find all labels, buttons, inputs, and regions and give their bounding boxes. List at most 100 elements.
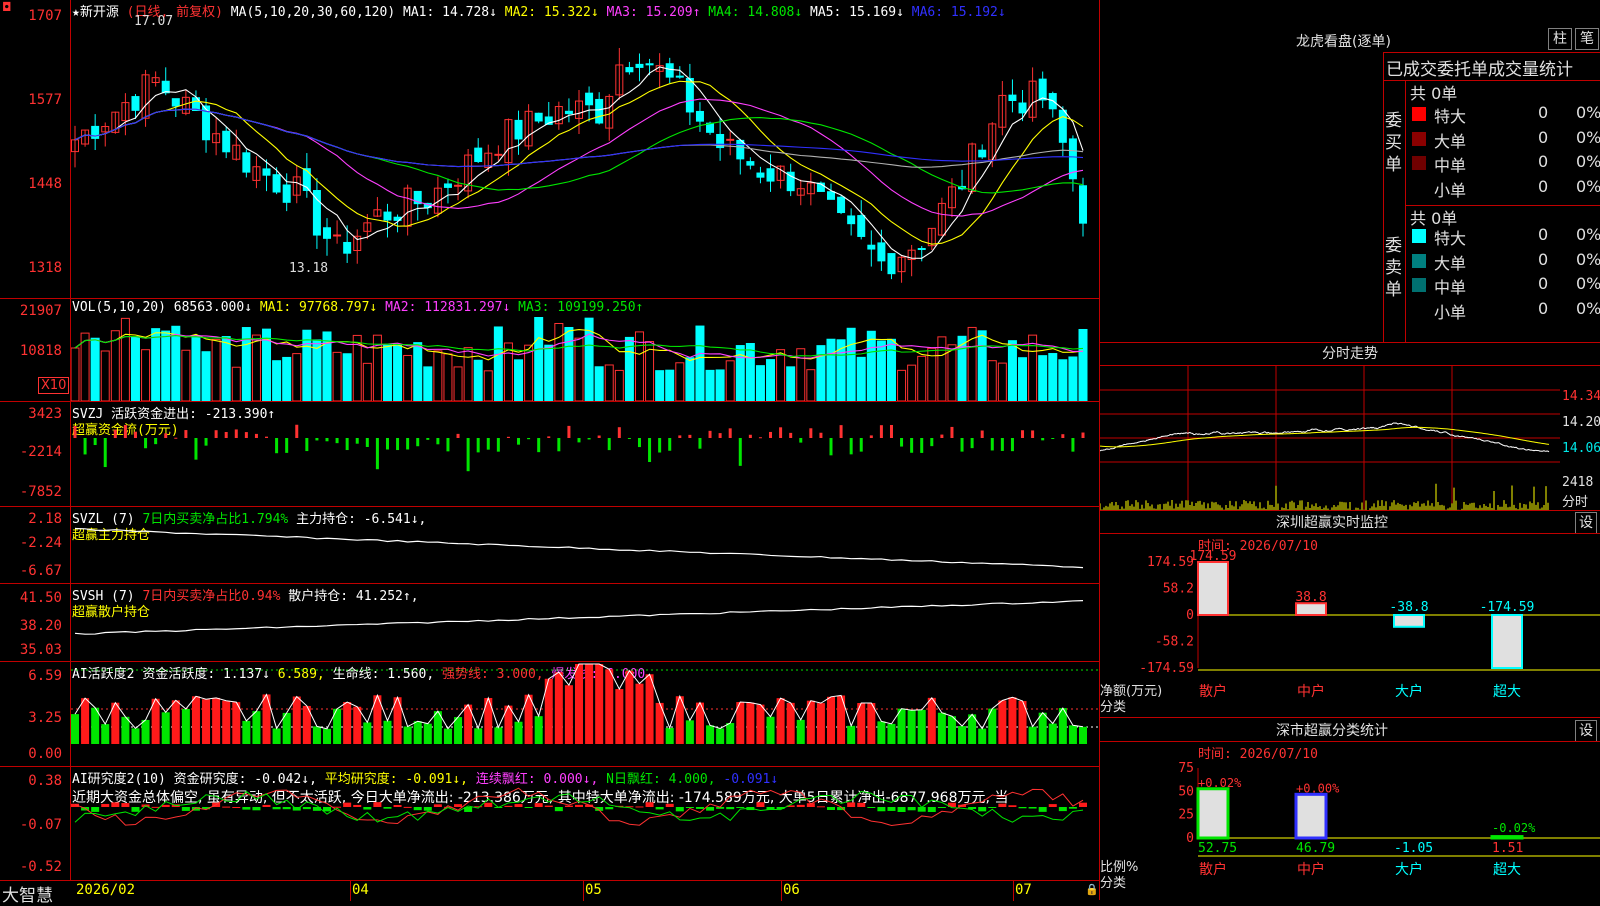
volume-bar — [433, 350, 443, 401]
research-bar — [927, 807, 936, 812]
volume-bar — [715, 369, 725, 401]
order-pct: 0% — [1576, 127, 1600, 147]
svzj-chart[interactable] — [71, 402, 1099, 507]
main-holding-line — [74, 527, 1084, 569]
sz-monitor-chart[interactable]: 174.59 58.2 0 -58.2 -174.59 174.59 散户 38.8 中户 -38… — [1100, 550, 1600, 715]
tick-view-button[interactable]: 笔 — [1575, 28, 1599, 50]
activity-bar — [161, 712, 170, 744]
volume-bar — [1058, 359, 1068, 401]
sc-value-label: -1.05 — [1394, 841, 1433, 856]
svsh-chart[interactable] — [71, 584, 1099, 662]
order-pct: 0% — [1576, 225, 1600, 244]
candle-body — [1079, 185, 1087, 224]
ai-active-pane[interactable]: AI活跃度2 资金活跃度: 1.137↓ 6.589, 生命线: 1.560, … — [0, 661, 1100, 767]
vol-ma3: MA3: 109199.250↑ — [518, 300, 644, 315]
ai-research-pane[interactable]: AI研究度2(10) 资金研究度: -0.042↓, 平均研究度: -0.091… — [0, 766, 1100, 881]
volume-bar — [897, 369, 907, 401]
sc-category: 超大 — [1493, 862, 1521, 878]
volume-bar — [886, 338, 896, 401]
fund-flow-bar — [547, 436, 551, 438]
candle-body — [242, 152, 251, 173]
fund-flow-bar — [1051, 438, 1055, 439]
order-count: 0 — [1538, 127, 1549, 147]
activity-bar — [796, 719, 805, 744]
fund-flow-bar — [809, 428, 813, 438]
research-bar — [937, 807, 946, 808]
research-bar — [796, 804, 805, 807]
volume-bar — [393, 343, 403, 401]
ai-active-chart[interactable] — [71, 662, 1099, 767]
fund-flow-bar — [406, 438, 410, 450]
sc-category: 散户 — [1199, 861, 1227, 878]
fund-flow-bar — [164, 433, 168, 438]
main-chart-area[interactable]: ◘ ★新开源 (日线, 前复权) MA(5,10,20,30,60,120) M… — [0, 0, 1100, 906]
fund-flow-bar — [1081, 432, 1085, 438]
activity-bar — [867, 703, 876, 744]
activity-bar — [615, 689, 624, 744]
sz-settings-button[interactable]: 设 — [1575, 512, 1597, 534]
fund-flow-bar — [214, 430, 218, 438]
volume-bar — [211, 338, 221, 401]
research-bar — [242, 807, 251, 810]
research-bar — [998, 803, 1007, 807]
volume-bar — [907, 364, 917, 401]
fund-flow-bar — [1071, 438, 1075, 452]
sz-bar-label: 174.59 — [1190, 550, 1237, 564]
activity-bar — [947, 716, 956, 744]
activity-bar — [222, 700, 231, 744]
fund-flow-bar — [960, 438, 964, 452]
minute-chart[interactable] — [1100, 366, 1560, 510]
volume-chart[interactable] — [71, 317, 1099, 401]
activity-bar — [897, 708, 906, 744]
sz-y-tick: -174.59 — [1139, 661, 1194, 676]
activity-bar — [121, 716, 130, 744]
minute-price-line — [1100, 422, 1550, 453]
svzl-pane[interactable]: SVZL (7) 7日内买卖净占比1.794% 主力持仓: -6.541↓, 超… — [0, 506, 1100, 584]
candle-body — [665, 63, 674, 78]
volume-bar — [574, 337, 584, 401]
fund-flow-bar — [940, 434, 944, 438]
svzl-chart[interactable] — [71, 507, 1099, 584]
buy-side-label: 委买单 — [1385, 111, 1402, 175]
candle-body — [857, 215, 866, 237]
activity-bar — [564, 685, 573, 744]
candlestick-chart[interactable] — [71, 18, 1099, 298]
activity-bar — [816, 703, 825, 744]
candle-body — [867, 244, 876, 250]
volume-bar — [120, 317, 130, 401]
volume-bar — [302, 329, 312, 401]
fund-flow-bar — [527, 438, 531, 440]
order-type: 中单 — [1434, 156, 1467, 175]
sc-settings-button[interactable]: 设 — [1575, 720, 1597, 742]
activity-bar — [171, 700, 180, 744]
svsh-pane[interactable]: SVSH (7) 7日内买卖净占比0.94% 散户持仓: 41.252↑, 超赢… — [0, 583, 1100, 662]
activity-bar — [917, 709, 926, 744]
activity-bar — [887, 723, 896, 744]
order-pct: 0% — [1576, 298, 1600, 318]
research-bar — [534, 803, 543, 807]
research-bar — [302, 807, 311, 810]
ai-research-chart[interactable] — [71, 767, 1099, 881]
sc-stat-chart[interactable]: 75 50 25 0 +0.02% 52.75 散户 +0.00% 46.79 中户 -1.05 大户… — [1100, 758, 1600, 900]
svzj-pane[interactable]: SVZJ 活跃资金进出: -213.390↑ 超赢资金流(万元) 3423 -2… — [0, 401, 1100, 507]
candle-body — [746, 161, 755, 166]
order-type: 特大 — [1434, 107, 1467, 126]
activity-bar — [363, 722, 372, 744]
volume-bar — [171, 325, 181, 401]
research-bar — [1038, 807, 1047, 812]
sc-category: 大户 — [1395, 861, 1423, 878]
activity-bar — [575, 664, 583, 744]
activity-bar — [212, 697, 221, 744]
volume-pane[interactable]: VOL(5,10,20) 68563.000↓ MA1: 97768.797↓ … — [0, 298, 1100, 402]
order-pct: 0% — [1576, 152, 1600, 171]
volume-bar — [1048, 353, 1058, 401]
research-bar — [655, 807, 664, 810]
research-bar — [756, 802, 765, 807]
kline-pane[interactable]: ◘ ★新开源 (日线, 前复权) MA(5,10,20,30,60,120) M… — [0, 0, 1100, 298]
activity-bar — [645, 674, 654, 744]
column-view-button[interactable]: 柱 — [1548, 28, 1572, 50]
volume-bar — [272, 360, 282, 401]
order-row: 小单 0 0% — [1406, 176, 1600, 200]
candle-body — [161, 80, 170, 94]
activity-bar — [907, 710, 916, 744]
